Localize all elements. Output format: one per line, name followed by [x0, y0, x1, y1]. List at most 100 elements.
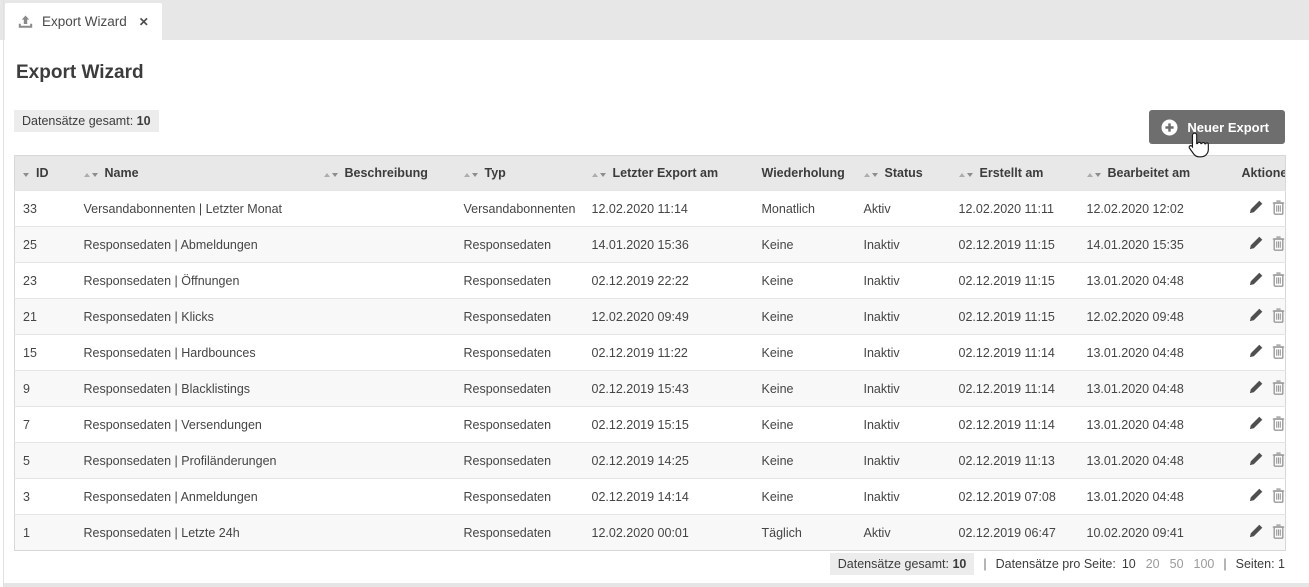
cell-status: Inaktiv: [856, 443, 951, 479]
cell-bearbeitet: 13.01.2020 04:48: [1079, 407, 1234, 443]
column-header-typ[interactable]: Typ: [456, 156, 584, 191]
row-actions-cell: [1234, 371, 1286, 407]
footer-records-total-value: 10: [952, 557, 966, 571]
cell-name: Responsedaten | Hardbounces: [76, 335, 316, 371]
cell-beschreibung: [316, 263, 456, 299]
tab-export-wizard[interactable]: Export Wizard ✕: [5, 3, 162, 40]
edit-button[interactable]: [1249, 452, 1263, 469]
cell-typ: Versandabonnenten: [456, 191, 584, 227]
column-header-letzter_export[interactable]: Letzter Export am: [584, 156, 754, 191]
cell-name: Responsedaten | Anmeldungen: [76, 479, 316, 515]
delete-button[interactable]: [1272, 452, 1285, 470]
cell-typ: Responsedaten: [456, 335, 584, 371]
column-header-aktionen: Aktionen: [1234, 156, 1286, 191]
row-actions-cell: [1234, 479, 1286, 515]
cell-erstellt: 02.12.2019 11:14: [951, 335, 1079, 371]
sort-both-icon: [592, 166, 606, 180]
cell-id: 1: [15, 515, 76, 551]
per-page-option-20[interactable]: 20: [1146, 557, 1160, 571]
column-header-name[interactable]: Name: [76, 156, 316, 191]
cell-beschreibung: [316, 479, 456, 515]
column-header-status[interactable]: Status: [856, 156, 951, 191]
cell-beschreibung: [316, 407, 456, 443]
column-header-bearbeitet[interactable]: Bearbeitet am: [1079, 156, 1234, 191]
column-header-id[interactable]: ID: [15, 156, 76, 191]
table-footer: Datensätze gesamt: 10 | Datensätze pro S…: [14, 553, 1285, 574]
new-export-button[interactable]: Neuer Export: [1149, 110, 1285, 144]
cell-id: 9: [15, 371, 76, 407]
table-row: 9Responsedaten | BlacklistingsResponseda…: [15, 371, 1286, 407]
edit-button[interactable]: [1249, 380, 1263, 397]
tab-close-icon[interactable]: ✕: [139, 15, 149, 29]
sort-both-icon: [324, 166, 338, 180]
cell-name: Responsedaten | Profiländerungen: [76, 443, 316, 479]
cell-beschreibung: [316, 443, 456, 479]
footer-separator-2: |: [1223, 557, 1226, 571]
row-actions-cell: [1234, 515, 1286, 551]
cell-wiederholung: Keine: [754, 443, 856, 479]
per-page-option-50[interactable]: 50: [1170, 557, 1184, 571]
table-row: 21Responsedaten | KlicksResponsedaten12.…: [15, 299, 1286, 335]
cell-name: Responsedaten | Öffnungen: [76, 263, 316, 299]
delete-button[interactable]: [1272, 524, 1285, 542]
delete-button[interactable]: [1272, 272, 1285, 290]
edit-button[interactable]: [1249, 236, 1263, 253]
cell-wiederholung: Keine: [754, 227, 856, 263]
row-actions-cell: [1234, 191, 1286, 227]
cell-id: 3: [15, 479, 76, 515]
cell-id: 5: [15, 443, 76, 479]
sort-both-icon: [84, 166, 98, 180]
per-page-current[interactable]: 10: [1122, 557, 1136, 571]
column-label: Bearbeitet am: [1108, 166, 1191, 180]
upload-icon: [18, 15, 33, 29]
column-header-erstellt[interactable]: Erstellt am: [951, 156, 1079, 191]
cell-letzter_export: 14.01.2020 15:36: [584, 227, 754, 263]
cell-status: Inaktiv: [856, 227, 951, 263]
records-total-value: 10: [137, 114, 151, 128]
cell-bearbeitet: 13.01.2020 04:48: [1079, 263, 1234, 299]
per-page-option-100[interactable]: 100: [1194, 557, 1215, 571]
sort-both-icon: [864, 166, 878, 180]
row-actions-cell: [1234, 443, 1286, 479]
edit-button[interactable]: [1249, 344, 1263, 361]
delete-button[interactable]: [1272, 344, 1285, 362]
cell-id: 7: [15, 407, 76, 443]
column-label: Wiederholung: [762, 166, 845, 180]
cell-letzter_export: 02.12.2019 22:22: [584, 263, 754, 299]
edit-button[interactable]: [1249, 488, 1263, 505]
column-label: Typ: [485, 166, 506, 180]
row-actions-cell: [1234, 263, 1286, 299]
cell-wiederholung: Keine: [754, 479, 856, 515]
edit-button[interactable]: [1249, 272, 1263, 289]
cell-bearbeitet: 12.02.2020 09:48: [1079, 299, 1234, 335]
column-header-beschreibung[interactable]: Beschreibung: [316, 156, 456, 191]
cell-beschreibung: [316, 191, 456, 227]
delete-button[interactable]: [1272, 416, 1285, 434]
cell-name: Responsedaten | Versendungen: [76, 407, 316, 443]
edit-button[interactable]: [1249, 416, 1263, 433]
pages-label: Seiten:: [1236, 557, 1275, 571]
delete-button[interactable]: [1272, 380, 1285, 398]
column-header-wiederholung: Wiederholung: [754, 156, 856, 191]
delete-button[interactable]: [1272, 236, 1285, 254]
edit-button[interactable]: [1249, 308, 1263, 325]
edit-button[interactable]: [1249, 524, 1263, 541]
cell-name: Versandabonnenten | Letzter Monat: [76, 191, 316, 227]
cell-bearbeitet: 13.01.2020 04:48: [1079, 371, 1234, 407]
delete-button[interactable]: [1272, 308, 1285, 326]
cell-typ: Responsedaten: [456, 263, 584, 299]
edit-button[interactable]: [1249, 200, 1263, 217]
cell-name: Responsedaten | Letzte 24h: [76, 515, 316, 551]
cell-status: Inaktiv: [856, 263, 951, 299]
cell-erstellt: 02.12.2019 11:15: [951, 263, 1079, 299]
delete-button[interactable]: [1272, 488, 1285, 506]
cell-status: Inaktiv: [856, 299, 951, 335]
cell-status: Inaktiv: [856, 335, 951, 371]
delete-button[interactable]: [1272, 200, 1285, 218]
table-row: 25Responsedaten | AbmeldungenResponsedat…: [15, 227, 1286, 263]
column-label: Status: [885, 166, 923, 180]
cell-id: 25: [15, 227, 76, 263]
tab-label: Export Wizard: [42, 14, 127, 29]
window-left-border: [3, 0, 4, 587]
column-label: Name: [105, 166, 139, 180]
